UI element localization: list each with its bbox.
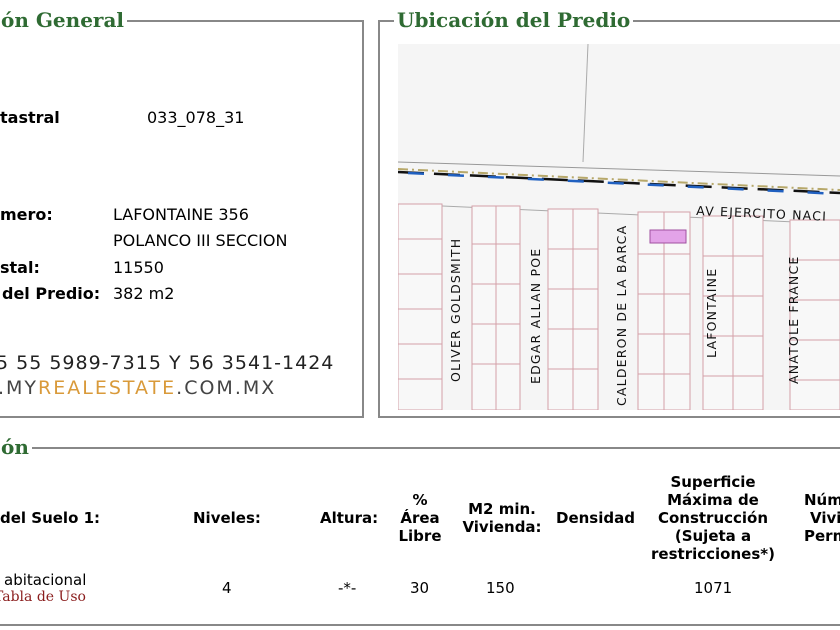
cell-niveles: 4: [222, 579, 232, 597]
direccion-line1: LAFONTAINE 356: [113, 205, 249, 224]
cell-altura: -*-: [338, 579, 357, 597]
header-sup-l4: (Sujeta a: [674, 527, 752, 545]
header-niveles: Niveles:: [193, 509, 261, 527]
website-prefix: .MY: [0, 377, 39, 399]
block-3: [547, 208, 599, 410]
header-area-libre-l2: Área: [400, 509, 440, 527]
zonificacion-bottom-rule: [0, 624, 840, 626]
header-viv-l2: Vivi: [810, 509, 840, 527]
header-m2-min-l2: Vivienda:: [462, 518, 542, 536]
header-m2-min-l1: M2 min.: [468, 500, 536, 518]
cuenta-catastral-label: tastral: [0, 108, 60, 127]
ubicacion-title: Ubicación del Predio: [394, 9, 634, 31]
zonificacion-top-rule: [20, 447, 840, 449]
info-general-title: ón General: [0, 9, 128, 31]
header-area-libre: % Área Libre: [392, 491, 448, 545]
header-viv-l3: Perm: [804, 527, 840, 545]
header-sup-l5: restricciones*): [651, 545, 775, 563]
header-area-libre-l1: %: [412, 491, 428, 509]
block-1: [398, 203, 443, 410]
zonificacion-title: ón: [0, 436, 32, 458]
website-text[interactable]: .MYREALESTATE.COM.MX: [0, 377, 276, 399]
contact-phones: 5 55 5989-7315 Y 56 3541-1424: [0, 352, 335, 374]
header-m2-min: M2 min. Vivienda:: [458, 500, 546, 536]
direccion-label: mero:: [0, 205, 53, 224]
cell-area-libre: 30: [410, 579, 430, 597]
header-num-viviendas: Núm Vivi Perm: [804, 491, 840, 545]
tabla-de-uso-link[interactable]: Tabla de Uso: [0, 589, 86, 605]
header-densidad: Densidad: [556, 509, 635, 527]
direccion-line2: POLANCO III SECCION: [113, 231, 288, 250]
cuenta-catastral-value: 033_078_31: [147, 108, 245, 127]
cell-m2-min: 150: [486, 579, 515, 597]
street-anatole-france: ANATOLE FRANCE: [786, 256, 801, 385]
header-sup-l3: Construcción: [657, 509, 769, 527]
codigo-postal-value: 11550: [113, 258, 164, 277]
cell-superficie-max: 1071: [694, 579, 733, 597]
street-edgar-allan-poe: EDGAR ALLAN POE: [528, 248, 543, 384]
tabla-de-uso-link-text: Tabla de Uso: [0, 589, 86, 605]
map-canvas: OLIVER GOLDSMITH EDGAR ALLAN POE CALDERO…: [398, 44, 840, 410]
street-oliver-goldsmith: OLIVER GOLDSMITH: [448, 238, 463, 382]
header-altura: Altura:: [320, 509, 379, 527]
header-sup-l1: Superficie: [670, 473, 756, 491]
website-highlight: REALESTATE: [38, 377, 177, 399]
header-uso-suelo: del Suelo 1:: [0, 509, 101, 527]
header-viv-l1: Núm: [804, 491, 840, 509]
highlighted-parcel[interactable]: [649, 229, 687, 244]
block-2: [471, 205, 521, 410]
codigo-postal-label: stal:: [0, 258, 40, 277]
location-map[interactable]: OLIVER GOLDSMITH EDGAR ALLAN POE CALDERO…: [398, 44, 840, 410]
superficie-predio-value: 382 m2: [113, 284, 175, 303]
header-area-libre-l3: Libre: [398, 527, 442, 545]
street-lafontaine: LAFONTAINE: [704, 268, 719, 358]
cell-uso: abitacional: [4, 571, 87, 589]
street-calderon-de-la-barca: CALDERON DE LA BARCA: [614, 225, 629, 406]
header-sup-l2: Máxima de: [667, 491, 759, 509]
header-superficie-max: Superficie Máxima de Construcción (Sujet…: [640, 473, 786, 563]
website-suffix: .COM.MX: [176, 377, 277, 399]
superficie-predio-label: del Predio:: [2, 284, 101, 303]
